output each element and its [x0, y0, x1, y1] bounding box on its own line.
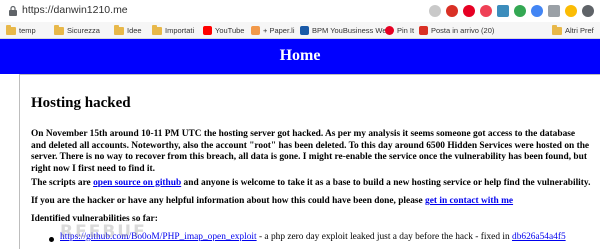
- bookmark-importati[interactable]: Importati: [152, 24, 194, 37]
- paragraph-hack-line-3: server. There is no way to recover from …: [31, 152, 587, 162]
- github-source-link[interactable]: open source on github: [93, 178, 181, 188]
- bookmark-altri-preferiti[interactable]: Altri Pref: [552, 24, 594, 37]
- folder-icon: [552, 24, 562, 35]
- extension-blue-icon[interactable]: [497, 5, 509, 17]
- scripts-text-after: and anyone is welcome to take it as a ba…: [181, 178, 591, 188]
- site-header: Home: [0, 39, 600, 74]
- contact-link[interactable]: get in contact with me: [425, 196, 513, 206]
- paragraph-contact: If you are the hacker or have any helpfu…: [31, 196, 513, 208]
- youtube-icon: [203, 26, 212, 35]
- header-title[interactable]: Home: [0, 47, 600, 65]
- extension-icons: [429, 3, 594, 19]
- commit-link[interactable]: db626a54a4f5: [512, 232, 566, 242]
- list-bullet: [49, 237, 54, 242]
- paragraph-hack-line-1: On November 15th around 10-11 PM UTC the…: [31, 129, 576, 139]
- bookmark-paperli[interactable]: + Paper.li: [251, 24, 294, 37]
- paragraph-hack-line-2: and deleted all accounts. Noteworthy, al…: [31, 140, 590, 151]
- bookmark-bpm[interactable]: BPM YouBusiness We: [300, 24, 387, 37]
- extension-dark-icon[interactable]: [582, 5, 594, 17]
- extension-red-icon[interactable]: [446, 5, 458, 17]
- extension-circle-icon[interactable]: [531, 5, 543, 17]
- bookmark-sicurezza[interactable]: Sicurezza: [54, 24, 100, 37]
- scripts-text-before: The scripts are: [31, 178, 94, 188]
- folder-icon: [152, 24, 162, 35]
- extension-yellow-icon[interactable]: [565, 5, 577, 17]
- extension-green-icon[interactable]: [514, 5, 526, 17]
- bookmark-youtube[interactable]: YouTube: [203, 24, 244, 37]
- folder-icon: [6, 24, 16, 35]
- vulnerability-description: - a php zero day exploit leaked just a d…: [256, 232, 512, 242]
- contact-text-before: If you are the hacker or have any helpfu…: [31, 196, 426, 206]
- bookmarks-bar: temp Sicurezza Idee Importati YouTube + …: [0, 22, 600, 39]
- url-field[interactable]: https://danwin1210.me: [22, 4, 128, 16]
- bookmark-idee[interactable]: Idee: [114, 24, 142, 37]
- mail-icon: [419, 26, 428, 35]
- pinterest-icon[interactable]: [463, 5, 475, 17]
- pocket-icon[interactable]: [480, 5, 492, 17]
- address-bar: https://danwin1210.me: [0, 0, 600, 22]
- bookmark-pin-it[interactable]: Pin It: [385, 24, 414, 37]
- paperli-icon: [251, 26, 260, 35]
- watermark: REEBUF: [60, 222, 147, 242]
- lock-icon: [9, 5, 17, 16]
- folder-icon: [114, 24, 124, 35]
- bpm-icon: [300, 26, 309, 35]
- extension-gray-icon[interactable]: [548, 5, 560, 17]
- paragraph-hack-line-4: right now I first need to find it.: [31, 163, 155, 174]
- bookmark-temp[interactable]: temp: [6, 24, 36, 37]
- star-icon[interactable]: [429, 5, 441, 17]
- pinterest-icon: [385, 26, 394, 35]
- folder-icon: [54, 24, 64, 35]
- paragraph-scripts: The scripts are open source on github an…: [31, 178, 590, 190]
- page-title: Hosting hacked: [31, 95, 131, 111]
- bookmark-posta[interactable]: Posta in arrivo (20): [419, 24, 494, 37]
